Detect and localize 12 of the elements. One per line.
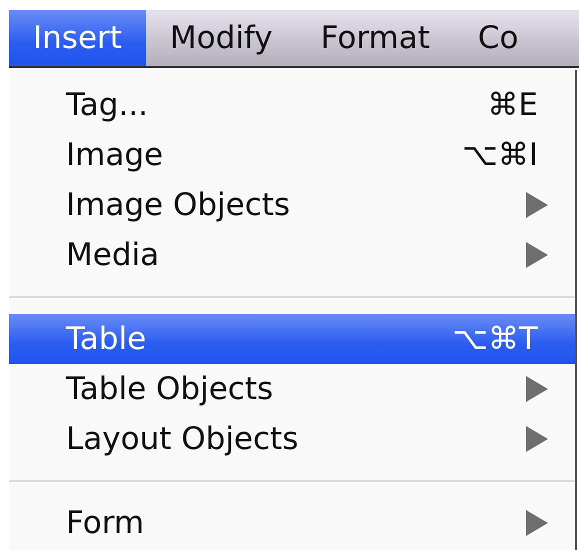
menu-item[interactable]: Layout Objects bbox=[9, 414, 575, 464]
menu-item[interactable]: Tag... ⌘E bbox=[9, 80, 575, 130]
menu-item[interactable]: Form bbox=[9, 498, 575, 548]
menu-item[interactable]: Image ⌥⌘I bbox=[9, 130, 575, 180]
menu-title[interactable]: Insert bbox=[9, 10, 146, 66]
menu-item[interactable]: Table Objects bbox=[9, 364, 575, 414]
menu-title[interactable]: Co bbox=[454, 10, 543, 66]
menu-title[interactable]: Modify bbox=[146, 10, 297, 66]
menu-item[interactable]: Image Objects bbox=[9, 180, 575, 230]
menu-title[interactable]: Format bbox=[296, 10, 454, 66]
menu-item[interactable]: Media bbox=[9, 230, 575, 280]
menu-item[interactable]: Table ⌥⌘T bbox=[9, 314, 575, 364]
